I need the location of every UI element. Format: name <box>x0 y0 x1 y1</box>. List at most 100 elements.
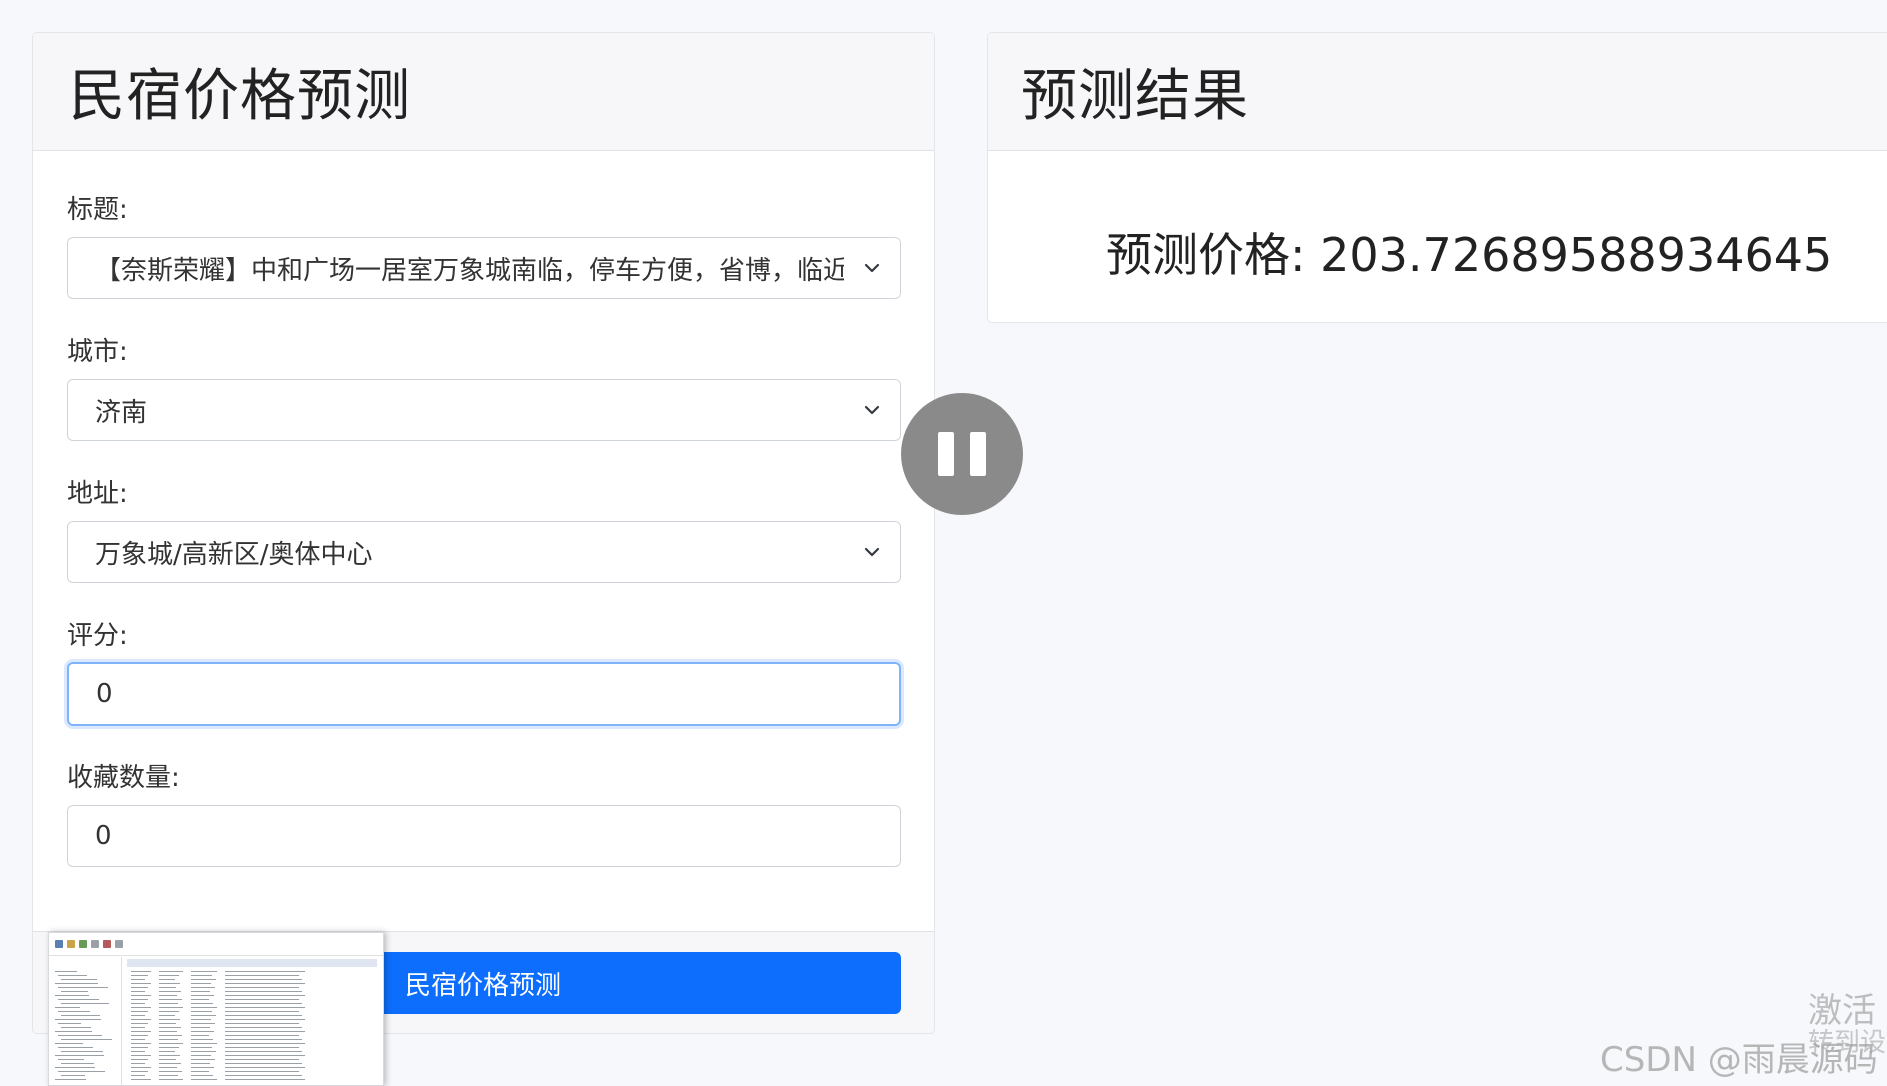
thumbnail-table-line <box>191 1051 216 1052</box>
thumbnail-table-line <box>191 1071 209 1072</box>
thumbnail-table-line <box>159 1075 178 1076</box>
title-select[interactable]: 【奈斯荣耀】中和广场一居室万象城南临，停车方便，省博，临近 <box>67 237 901 299</box>
thumbnail-table-line <box>225 971 305 972</box>
thumbnail-table-line <box>159 1007 183 1008</box>
thumbnail-tool-icon <box>55 940 63 948</box>
thumbnail-table-line <box>225 1039 302 1040</box>
video-thumbnail-preview[interactable] <box>48 932 384 1086</box>
title-select-value: 【奈斯荣耀】中和广场一居室万象城南临，停车方便，省博，临近 <box>95 255 844 286</box>
thumbnail-table-line <box>225 1075 302 1076</box>
thumbnail-table-line <box>159 1063 181 1064</box>
thumbnail-table-line <box>225 1027 302 1028</box>
thumbnail-tree-line <box>58 1047 93 1048</box>
favorites-input[interactable]: 0 <box>67 805 901 867</box>
thumbnail-table-line <box>159 999 182 1000</box>
thumbnail-tool-icon <box>67 940 75 948</box>
thumbnail-table-line <box>131 1079 151 1080</box>
address-select[interactable]: 万象城/高新区/奥体中心 <box>67 521 901 583</box>
thumbnail-table-line <box>225 987 299 988</box>
thumbnail-table-line <box>225 1051 302 1052</box>
pause-icon-bar <box>970 432 986 476</box>
thumbnail-table-line <box>191 1043 217 1044</box>
address-label: 地址: <box>67 479 128 509</box>
city-select[interactable]: 济南 <box>67 379 901 441</box>
thumbnail-table-line <box>191 999 209 1000</box>
thumbnail-table-line <box>225 1011 299 1012</box>
thumbnail-table-line <box>131 1011 148 1012</box>
thumbnail-tree-line <box>58 1023 81 1024</box>
thumbnail-table-line <box>159 1031 177 1032</box>
thumbnail-table-line <box>131 1027 145 1028</box>
thumbnail-table-line <box>191 1035 209 1036</box>
thumbnail-tree-line <box>61 979 97 980</box>
thumbnail-table-line <box>225 1059 299 1060</box>
thumbnail-table-line <box>191 1003 213 1004</box>
thumbnail-table-line <box>191 1067 214 1068</box>
thumbnail-table-line <box>225 975 299 976</box>
thumbnail-table-line <box>225 1079 305 1080</box>
thumbnail-tool-icon <box>115 940 123 948</box>
thumbnail-table-line <box>225 983 305 984</box>
thumbnail-table-line <box>159 1015 175 1016</box>
predicted-price-text: 预测价格: 203.72689588934645 <box>1106 219 1832 285</box>
thumbnail-table-line <box>225 1019 305 1020</box>
thumbnail-table-line <box>131 1019 151 1020</box>
thumbnail-table-line <box>159 995 177 996</box>
prediction-form-card: 民宿价格预测 标题: 【奈斯荣耀】中和广场一居室万象城南临，停车方便，省博，临近… <box>32 32 935 1034</box>
thumbnail-table-line <box>131 971 151 972</box>
thumbnail-table-line <box>159 1023 176 1024</box>
thumbnail-table-line <box>225 1063 302 1064</box>
thumbnail-table-line <box>191 1039 213 1040</box>
chevron-down-icon <box>844 522 900 582</box>
thumbnail-table-line <box>225 1043 305 1044</box>
thumbnail-tree-line <box>55 983 98 984</box>
thumbnail-content <box>49 957 383 1085</box>
thumbnail-table-line <box>159 1067 177 1068</box>
pause-button[interactable] <box>901 393 1023 515</box>
thumbnail-table-line <box>191 1023 215 1024</box>
thumbnail-tree-line <box>61 1075 85 1076</box>
pause-icon <box>938 432 954 476</box>
thumbnail-tree-line <box>61 1027 91 1028</box>
thumbnail-table-line <box>159 1003 178 1004</box>
thumbnail-table-line <box>191 975 212 976</box>
address-select-value: 万象城/高新区/奥体中心 <box>95 539 373 570</box>
rating-input[interactable]: 0 <box>67 662 901 726</box>
thumbnail-table-line <box>131 1047 148 1048</box>
thumbnail-table-line <box>191 1059 215 1060</box>
thumbnail-tree-line <box>58 1011 90 1012</box>
thumbnail-table-line <box>225 1007 305 1008</box>
thumbnail-tree-line <box>61 1063 94 1064</box>
thumbnail-table-line <box>159 1051 175 1052</box>
thumbnail-tree-line <box>61 1039 112 1040</box>
thumbnail-table-line <box>191 971 217 972</box>
thumbnail-tool-icon <box>79 940 87 948</box>
thumbnail-table-line <box>159 1019 180 1020</box>
thumbnail-toolbar <box>49 933 383 956</box>
thumbnail-tree-line <box>55 971 77 972</box>
favorites-input-value: 0 <box>95 821 112 851</box>
thumbnail-table-line <box>225 979 302 980</box>
thumbnail-tree-line <box>61 1003 109 1004</box>
thumbnail-table-line <box>225 1055 305 1056</box>
thumbnail-table-line <box>225 999 299 1000</box>
thumbnail-tree-line <box>58 999 99 1000</box>
thumbnail-table-line <box>159 1043 183 1044</box>
result-card-title: 预测结果 <box>1021 64 1249 129</box>
thumbnail-tree-line <box>55 1007 80 1008</box>
thumbnail-table-line <box>191 983 211 984</box>
thumbnail-table-line <box>159 983 180 984</box>
chevron-down-icon <box>844 238 900 298</box>
favorites-label: 收藏数量: <box>67 763 180 793</box>
thumbnail-table-line <box>191 1015 216 1016</box>
thumbnail-table-line <box>159 971 183 972</box>
thumbnail-table-line <box>191 1011 212 1012</box>
thumbnail-table-line <box>191 1027 210 1028</box>
thumbnail-table-line <box>159 1071 182 1072</box>
thumbnail-table-line <box>131 1055 151 1056</box>
thumbnail-table-line <box>159 991 181 992</box>
thumbnail-table-line <box>159 1027 181 1028</box>
thumbnail-table-line <box>131 987 148 988</box>
thumbnail-table-line <box>191 987 215 988</box>
thumbnail-tree-line <box>55 1031 92 1032</box>
